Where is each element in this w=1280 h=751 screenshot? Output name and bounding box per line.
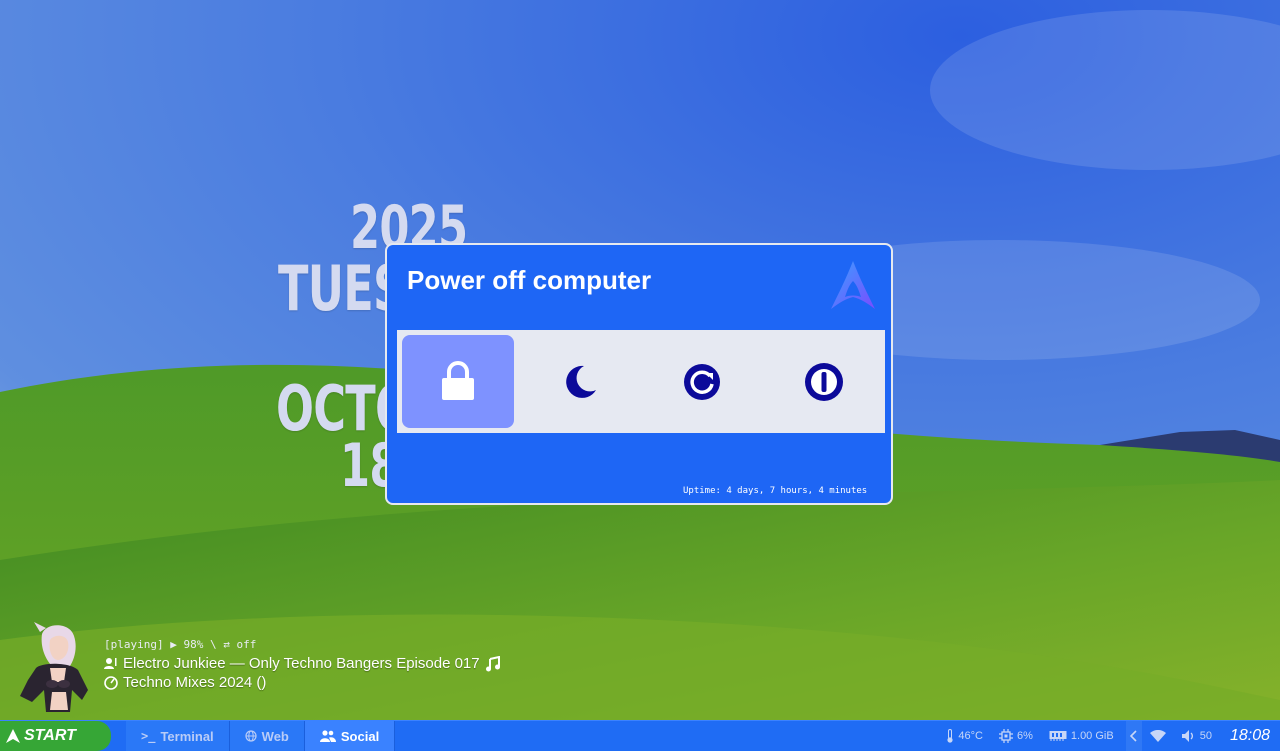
music-note-icon <box>485 655 500 671</box>
tab-terminal-label: Terminal <box>160 728 214 744</box>
tab-terminal[interactable]: >_ Terminal <box>126 721 230 751</box>
temperature-value: 46°C <box>958 730 983 742</box>
start-button[interactable]: START <box>0 721 111 751</box>
arch-start-icon <box>6 729 20 743</box>
arch-logo-icon <box>831 261 875 309</box>
volume-value: 50 <box>1199 730 1212 742</box>
volume-indicator[interactable]: 50 <box>1174 730 1220 742</box>
disc-icon <box>104 675 118 690</box>
taskbar-workspaces: >_ Terminal Web Social <box>126 721 396 751</box>
lock-icon <box>442 360 474 400</box>
album-title: Techno Mixes 2024 () <box>123 674 267 691</box>
chevron-left-icon <box>1129 730 1137 742</box>
wifi-icon <box>1149 730 1166 742</box>
power-options <box>397 330 885 433</box>
anime-character-avatar <box>20 622 88 712</box>
system-tray: 46°C 6% 1.00 GiB 50 18:08 <box>938 721 1280 751</box>
power-icon <box>805 362 843 401</box>
playback-status: [playing] ▶ 98% \ ⇄ off <box>104 638 257 651</box>
tab-social-label: Social <box>340 728 380 744</box>
suspend-button[interactable] <box>524 335 636 428</box>
reboot-icon <box>684 363 720 400</box>
power-dialog: Power off computer Uptime: 4 days, 7 hou… <box>385 243 893 505</box>
tab-web[interactable]: Web <box>229 721 305 751</box>
memory-icon <box>1049 731 1067 741</box>
music-album-line: Techno Mixes 2024 () <box>104 674 266 691</box>
memory-value: 1.00 GiB <box>1070 730 1114 742</box>
globe-icon <box>245 730 257 742</box>
tab-web-label: Web <box>261 728 289 744</box>
wifi-indicator[interactable] <box>1142 730 1174 742</box>
music-track-line: Electro Junkiee — Only Techno Bangers Ep… <box>104 655 501 672</box>
music-widget: [playing] ▶ 98% \ ⇄ off Electro Junkiee … <box>12 620 532 718</box>
cpu-icon <box>998 729 1013 743</box>
start-label: START <box>24 727 76 744</box>
terminal-icon: >_ <box>141 729 156 743</box>
moon-icon <box>566 365 596 398</box>
cpu-indicator[interactable]: 6% <box>991 729 1041 743</box>
artist-icon <box>104 658 117 669</box>
users-icon <box>319 730 336 742</box>
temperature-indicator[interactable]: 46°C <box>938 729 991 743</box>
speaker-icon <box>1181 730 1193 742</box>
memory-indicator[interactable]: 1.00 GiB <box>1041 730 1122 742</box>
tab-social[interactable]: Social <box>304 721 396 751</box>
taskbar: START >_ Terminal Web Social 46°C 6% 1.0… <box>0 720 1280 751</box>
reboot-button[interactable] <box>646 335 758 428</box>
taskbar-clock[interactable]: 18:08 <box>1220 727 1280 745</box>
cpu-value: 6% <box>1016 730 1033 742</box>
lock-button[interactable] <box>402 335 514 428</box>
tray-expand-button[interactable] <box>1125 721 1142 751</box>
shutdown-button[interactable] <box>768 335 880 428</box>
thermometer-icon <box>947 729 954 743</box>
track-title: Electro Junkiee — Only Techno Bangers Ep… <box>123 655 480 672</box>
power-dialog-title: Power off computer <box>407 265 652 295</box>
uptime-text: Uptime: 4 days, 7 hours, 4 minutes <box>683 486 868 496</box>
